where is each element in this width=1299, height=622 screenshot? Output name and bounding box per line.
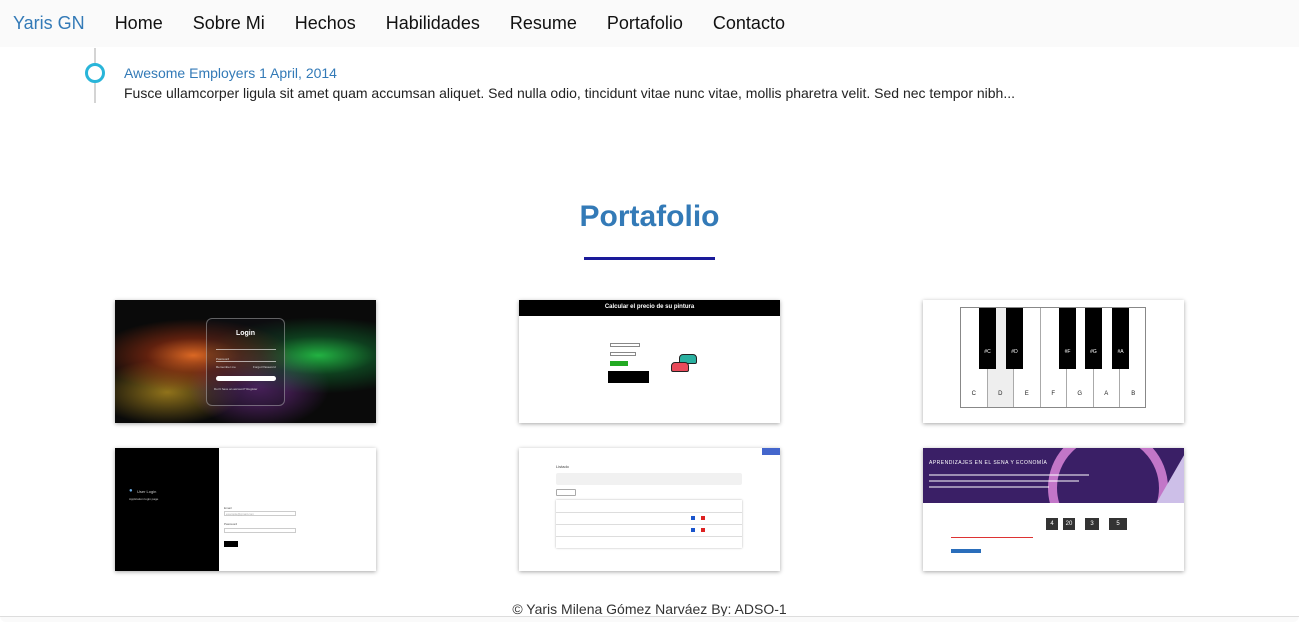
timeline-text: Fusce ullamcorper ligula sit amet quam a… (124, 85, 1016, 101)
countdown-header-title: APRENDIZAJES EN EL SENA Y ECONOMÍA (929, 460, 1048, 466)
piano-keyboard: C D E F G A B #C #D #F #G #A (960, 307, 1146, 408)
listing-filter-button (556, 489, 576, 496)
login-register-text: Don't have an account? Register (214, 387, 258, 391)
piano-black-key: #C (979, 308, 996, 369)
piano-black-key: #G (1085, 308, 1102, 369)
user-login-heading: User Login (137, 489, 157, 494)
user-login-subheading: Application login page (129, 497, 159, 501)
portfolio-thumbnail-paint-calculator: Calcular el precio de su pintura (519, 300, 780, 423)
delete-icon (701, 516, 705, 520)
listing-table-row-divider (556, 512, 742, 513)
nav-link-contacto[interactable]: Contacto (698, 13, 800, 34)
nav-link-habilidades[interactable]: Habilidades (371, 13, 495, 34)
login-box: Login Password Remember me Forgot Passwo… (206, 318, 285, 406)
user-login-password-field (224, 528, 296, 533)
countdown-header: APRENDIZAJES EN EL SENA Y ECONOMÍA (923, 448, 1184, 503)
listing-corner-button (762, 448, 780, 455)
portfolio-thumbnail-login: Login Password Remember me Forgot Passwo… (115, 300, 376, 423)
piano-black-key-label: #A (1117, 349, 1124, 355)
user-login-button (224, 541, 238, 547)
piano-black-key-label: #D (1011, 349, 1018, 355)
piano-white-key-label: A (1104, 391, 1109, 397)
edit-icon (691, 528, 695, 532)
countdown-days: 4 (1046, 518, 1058, 530)
window-bottom-edge (0, 616, 1299, 622)
piano-black-key: #A (1112, 308, 1129, 369)
user-login-dark-panel (115, 448, 219, 571)
countdown-progress-line (951, 537, 1033, 538)
login-box-title: Login (235, 330, 256, 337)
login-forgot-label: Forgot Password (253, 365, 276, 369)
portfolio-item-piano[interactable]: C D E F G A B #C #D #F #G #A (923, 300, 1184, 423)
portfolio-item-countdown[interactable]: APRENDIZAJES EN EL SENA Y ECONOMÍA 4 20 … (923, 448, 1184, 571)
listing-table-row-divider (556, 536, 742, 537)
nav-link-portafolio[interactable]: Portafolio (592, 13, 698, 34)
listing-table-row-divider (556, 524, 742, 525)
piano-white-key-label: E (1024, 391, 1029, 397)
portfolio-thumbnail-user-login: ● User Login Application login page Emai… (115, 448, 376, 571)
piano-black-key-label: #F (1064, 349, 1071, 355)
piano-black-key-label: #C (984, 349, 991, 355)
portfolio-item-user-login[interactable]: ● User Login Application login page Emai… (115, 448, 376, 571)
portfolio-title: Portafolio (579, 200, 720, 233)
nav-link-resume[interactable]: Resume (495, 13, 592, 34)
timeline-dot-icon (85, 63, 105, 83)
portfolio-item-login[interactable]: Login Password Remember me Forgot Passwo… (115, 300, 376, 423)
footer-text: © Yaris Milena Gómez Narváez By: ADSO-1 (512, 601, 787, 617)
login-remember-label: Remember me (216, 365, 236, 369)
countdown-hours: 20 (1063, 518, 1075, 530)
nav-link-hechos[interactable]: Hechos (280, 13, 371, 34)
portfolio-title-underline (584, 257, 715, 260)
calc-input-1 (610, 343, 640, 347)
navbar: Yaris GN Home Sobre Mi Hechos Habilidade… (0, 0, 1299, 47)
brand-link[interactable]: Yaris GN (13, 13, 85, 34)
portfolio-thumbnail-piano: C D E F G A B #C #D #F #G #A (923, 300, 1184, 423)
login-submit-button (216, 376, 276, 381)
piano-white-key-label: C (971, 391, 976, 397)
piano-black-key-label: #G (1090, 349, 1097, 355)
countdown-seconds: 5 (1109, 518, 1127, 530)
login-username-line (216, 349, 276, 350)
calc-input-2 (610, 352, 636, 356)
portfolio-thumbnail-listing: Listado (519, 448, 780, 571)
portfolio-item-paint-calculator[interactable]: Calcular el precio de su pintura (519, 300, 780, 423)
piano-white-key-label: F (1051, 391, 1056, 397)
countdown-header-text-line (929, 480, 1079, 482)
login-password-line (216, 361, 276, 362)
portfolio-thumbnail-countdown: APRENDIZAJES EN EL SENA Y ECONOMÍA 4 20 … (923, 448, 1184, 571)
timeline-title: Awesome Employers 1 April, 2014 (124, 65, 337, 81)
piano-black-key: #F (1059, 308, 1076, 369)
countdown-minutes: 3 (1085, 518, 1099, 530)
user-login-email-placeholder: example@gmail.com (226, 512, 255, 516)
nav-link-sobre-mi[interactable]: Sobre Mi (178, 13, 280, 34)
user-login-password-label: Password (224, 522, 238, 526)
edit-icon (691, 516, 695, 520)
piano-black-key: #D (1006, 308, 1023, 369)
countdown-header-text-line (929, 486, 1049, 488)
car-icon-2 (671, 362, 689, 372)
piano-white-key-label: G (1077, 391, 1083, 397)
nav-link-home[interactable]: Home (100, 13, 178, 34)
user-login-email-label: Email (224, 506, 232, 510)
delete-icon (701, 528, 705, 532)
listing-heading: Listado (556, 464, 569, 469)
calc-header: Calcular el precio de su pintura (519, 300, 780, 316)
countdown-header-text-line (929, 474, 1089, 476)
listing-search-bar (556, 473, 742, 485)
listing-table (556, 500, 742, 548)
calc-green-button (610, 361, 628, 366)
countdown-action-button (951, 549, 981, 553)
calc-result-box (608, 371, 649, 383)
portfolio-item-listing[interactable]: Listado (519, 448, 780, 571)
piano-white-key-label: B (1131, 391, 1136, 397)
user-icon: ● (129, 488, 133, 494)
piano-white-key-label: D (998, 391, 1003, 397)
